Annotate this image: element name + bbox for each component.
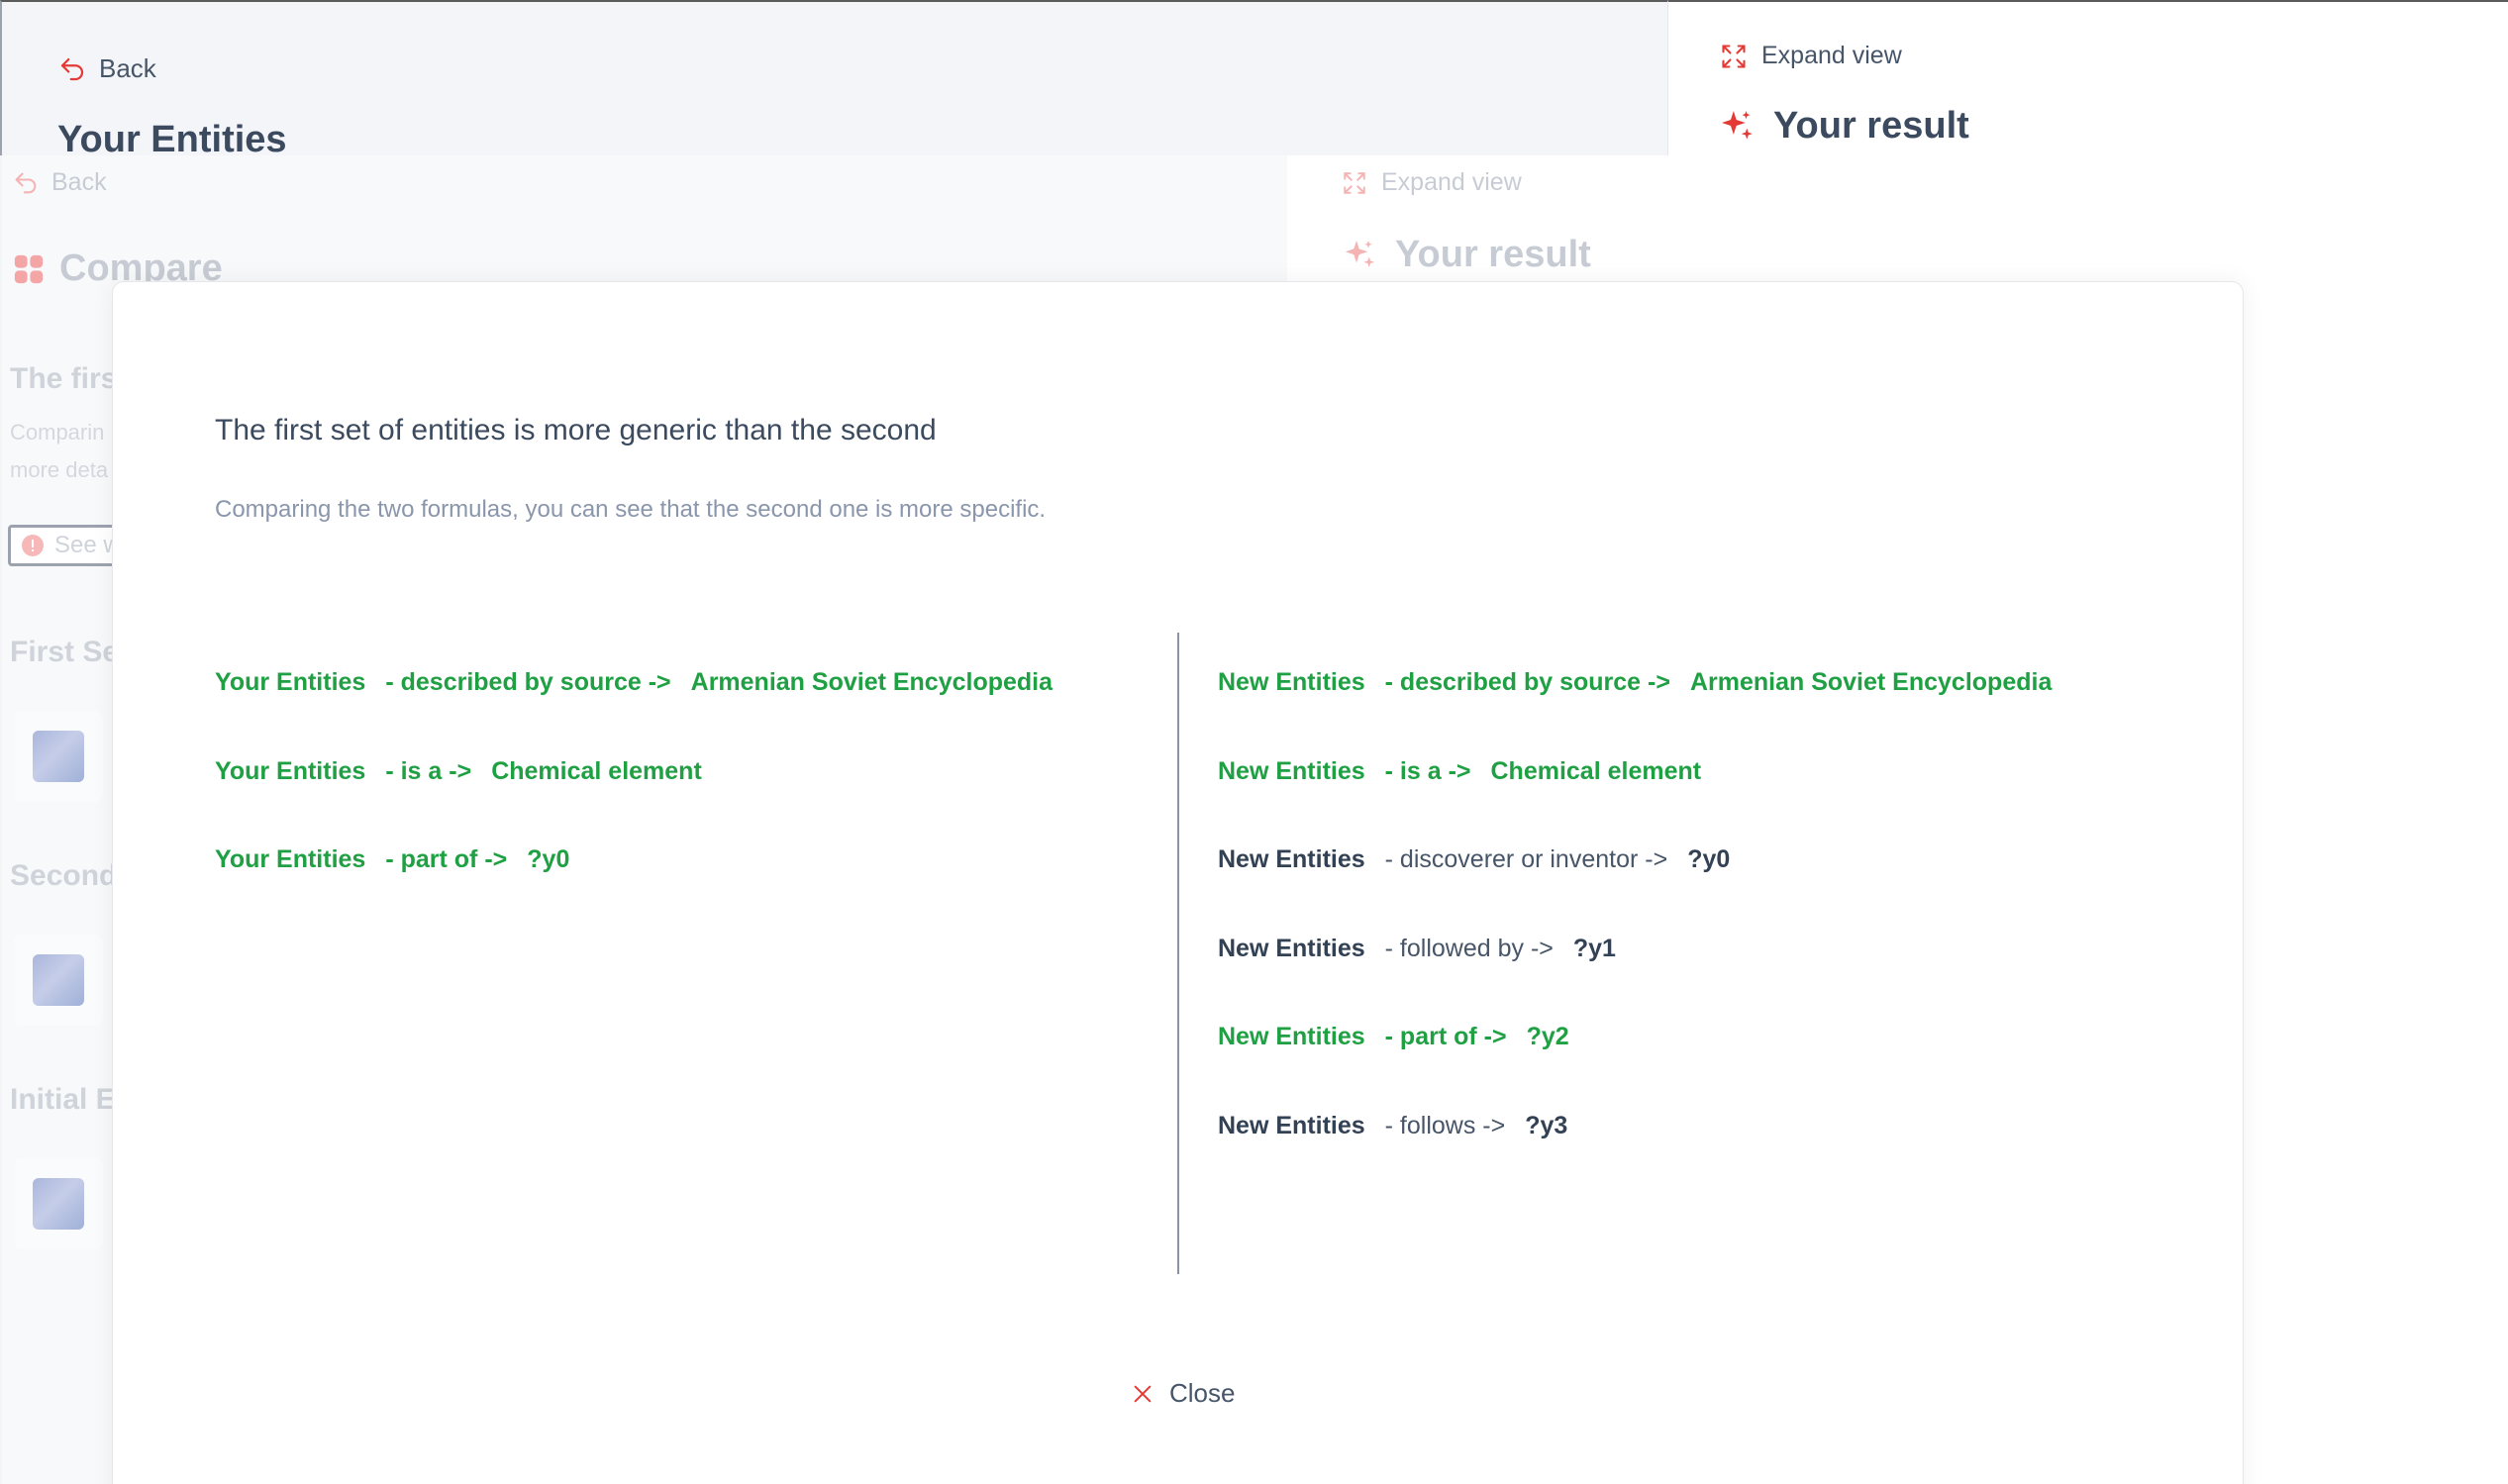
close-button[interactable]: Close (1132, 1378, 1235, 1409)
entity-thumbnail (33, 954, 84, 1006)
formula-predicate: - discoverer or inventor -> (1384, 845, 1668, 874)
formula-row: New Entities - part of -> ?y2 (1218, 1023, 2071, 1112)
formula-predicate: - is a -> (1384, 756, 1471, 785)
compare-description-line-2: more deta (10, 457, 109, 482)
compare-expand-view-link[interactable]: Expand view (1342, 168, 1522, 197)
formula-subject: New Entities (1218, 1023, 1365, 1051)
undo-arrow-icon (12, 169, 40, 197)
formula-object: ?y3 (1525, 1111, 1568, 1139)
expand-icon (1720, 43, 1748, 70)
formula-subject: Your Entities (215, 668, 366, 696)
formula-row: Your Entities - part of -> ?y0 (215, 845, 1072, 935)
formula-predicate: - described by source -> (385, 668, 671, 696)
expand-icon (1342, 170, 1367, 196)
formula-object: Armenian Soviet Encyclopedia (690, 668, 1053, 696)
back-label: Back (51, 168, 107, 196)
formula-predicate: - is a -> (385, 756, 472, 785)
formula-predicate: - follows -> (1384, 1111, 1506, 1139)
sparkles-icon (1342, 238, 1377, 273)
formula-row: New Entities - discoverer or inventor ->?… (1218, 845, 2071, 935)
formula-subject: New Entities (1218, 1111, 1365, 1139)
initial-set-heading: Initial E (10, 1083, 116, 1116)
formula-object: ?y2 (1526, 1023, 1569, 1051)
result-title-label: Your result (1395, 234, 1591, 275)
formula-subject: New Entities (1218, 934, 1365, 962)
formula-object: Chemical element (491, 756, 702, 785)
second-set-heading: Second (10, 859, 118, 892)
first-set-heading: First Se (10, 636, 120, 668)
modal-title: The first set of entities is more generi… (215, 414, 937, 446)
grid-icon (12, 252, 46, 286)
expand-view-label: Expand view (1381, 168, 1522, 196)
close-label: Close (1169, 1378, 1236, 1408)
entity-thumbnail (33, 1178, 84, 1230)
back-link[interactable]: Back (57, 53, 156, 84)
formula-subject: New Entities (1218, 668, 1365, 696)
compare-heading: The firs (10, 362, 118, 395)
formula-row: Your Entities - described by source -> Arm… (215, 668, 1072, 757)
result-title-label: Your result (1773, 105, 1969, 147)
formula-row: New Entities - follows -> ?y3 (1218, 1112, 2071, 1201)
comparison-modal: The first set of entities is more generi… (112, 281, 2244, 1484)
formula-subject: Your Entities (215, 845, 366, 874)
formula-object: ?y0 (1687, 845, 1731, 874)
modal-subtitle: Comparing the two formulas, you can see … (215, 496, 1047, 523)
formula-row: New Entities - is a -> Chemical element (1218, 757, 2071, 846)
formula-subject: Your Entities (215, 756, 366, 785)
formula-row: New Entities - followed by -> ?y1 (1218, 935, 2071, 1024)
formula-predicate: - part of -> (1384, 1023, 1507, 1051)
close-icon (1132, 1383, 1154, 1405)
info-icon (21, 534, 45, 557)
initial-set-entity-card[interactable] (14, 1158, 103, 1249)
formula-row: Your Entities - is a -> Chemical element (215, 757, 1072, 846)
formula-subject: New Entities (1218, 845, 1365, 874)
back-label: Back (99, 53, 156, 83)
formula-row: New Entities - described by source -> Arme… (1218, 668, 2071, 757)
first-set-entity-card[interactable] (14, 711, 103, 802)
formula-predicate: - part of -> (385, 845, 508, 874)
see-why-label: See w (54, 532, 121, 558)
result-title: Your result (1718, 105, 1969, 148)
sparkles-icon (1718, 108, 1756, 146)
undo-arrow-icon (57, 54, 87, 84)
formula-object: Chemical element (1490, 756, 1702, 785)
right-formula-list: New Entities - described by source -> Arme… (1218, 668, 2071, 1201)
compare-result-title: Your result (1342, 234, 1591, 276)
expand-view-link[interactable]: Expand view (1720, 42, 1902, 70)
expand-view-label: Expand view (1761, 42, 1902, 69)
left-formula-list: Your Entities - described by source -> Arm… (215, 668, 1072, 935)
entity-thumbnail (33, 731, 84, 782)
formula-subject: New Entities (1218, 756, 1365, 785)
formula-object: ?y0 (527, 845, 570, 874)
column-divider (1177, 633, 1179, 1274)
formula-object: Armenian Soviet Encyclopedia (1689, 668, 2053, 696)
formula-predicate: - followed by -> (1384, 934, 1554, 962)
compare-back-link[interactable]: Back (12, 168, 107, 197)
formula-predicate: - described by source -> (1384, 668, 1670, 696)
compare-description-line-1: Comparin (10, 420, 105, 445)
formula-object: ?y1 (1572, 934, 1616, 962)
second-set-entity-card[interactable] (14, 935, 103, 1026)
